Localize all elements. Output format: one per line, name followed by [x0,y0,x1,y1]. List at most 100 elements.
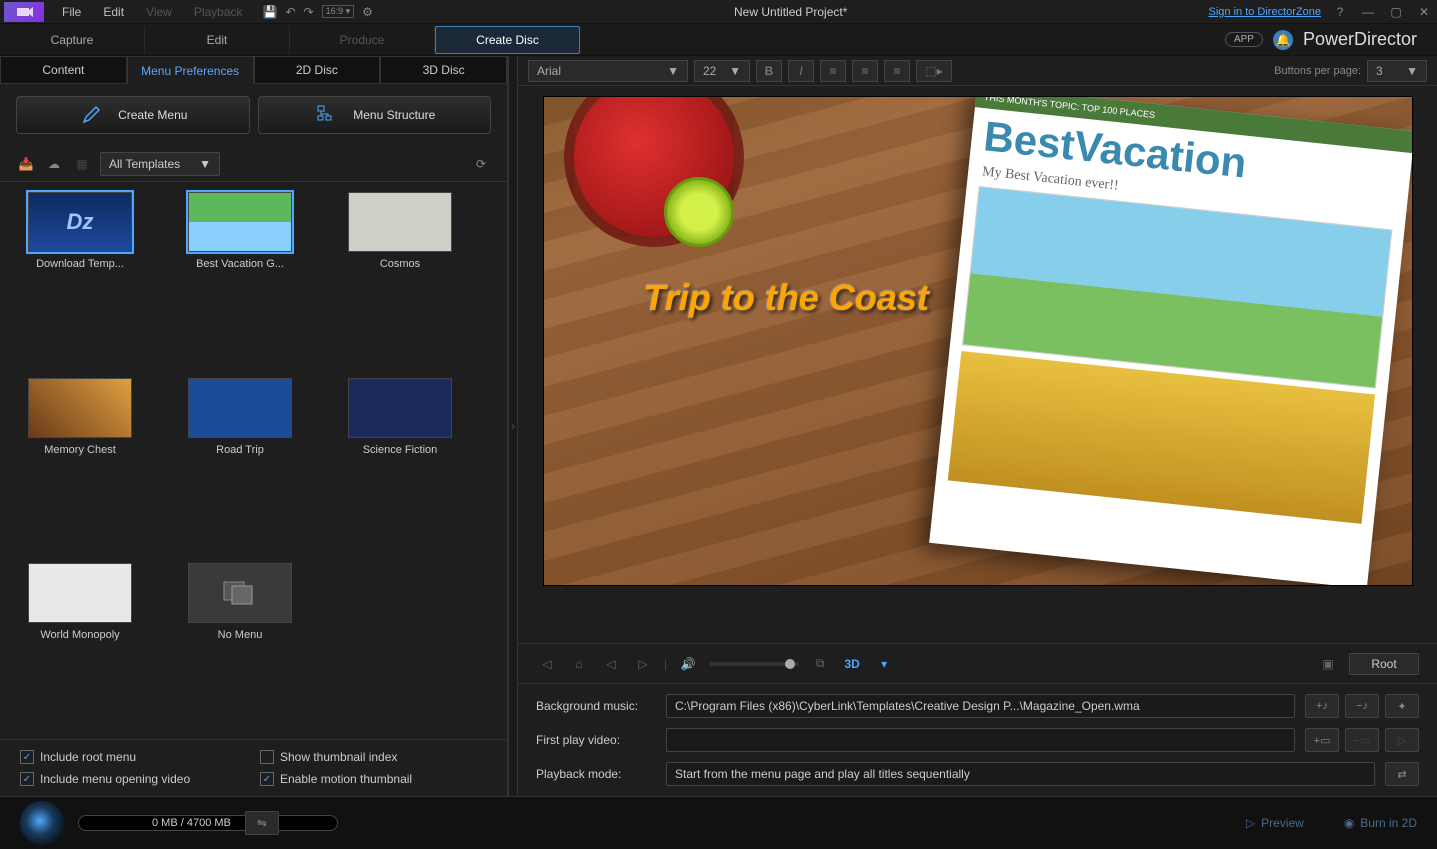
undo-icon[interactable]: ↶ [285,5,295,19]
subtab-3d-disc[interactable]: 3D Disc [380,56,507,84]
menu-preview[interactable]: THIS MONTH'S TOPIC: TOP 100 PLACES BestV… [543,96,1413,586]
remove-music-button[interactable]: −♪ [1345,694,1379,718]
project-title: New Untitled Project* [373,5,1209,19]
template-filter-select[interactable]: All Templates ▼ [100,152,220,176]
text-style-icon[interactable]: ⬚▸ [916,60,952,82]
music-fx-button[interactable]: ✦ [1385,694,1419,718]
root-button[interactable]: Root [1349,653,1419,675]
notification-icon[interactable]: 🔔 [1273,30,1293,50]
align-left-icon[interactable]: ≡ [820,60,846,82]
app-pill[interactable]: APP [1225,32,1263,47]
remove-video-button: −▭ [1345,728,1379,752]
menu-file[interactable]: File [52,1,91,23]
tab-capture[interactable]: Capture [0,26,145,54]
right-panel: Arial▼ 22▼ B I ≡ ≡ ≡ ⬚▸ Buttons per page… [518,56,1437,796]
subtab-content[interactable]: Content [0,56,127,84]
tab-produce[interactable]: Produce [290,26,435,54]
cloud-icon[interactable]: ☁ [44,157,64,171]
save-icon[interactable]: 💾 [263,5,278,19]
bg-music-input[interactable]: C:\Program Files (x86)\CyberLink\Templat… [666,694,1295,718]
first-play-input[interactable] [666,728,1295,752]
burn-button[interactable]: ◉ Burn in 2D [1344,816,1417,830]
template-cosmos[interactable]: Cosmos [340,192,460,358]
maximize-icon[interactable]: ▢ [1387,5,1405,19]
gear-icon[interactable]: ⚙ [362,5,373,19]
menu-title-text[interactable]: Trip to the Coast [644,277,929,319]
threed-toggle[interactable]: 3D [841,653,863,675]
bottom-bar: 0 MB / 4700 MB ⇋ ▷ Preview ◉ Burn in 2D [0,796,1437,849]
threed-dropdown-icon[interactable]: ▾ [873,653,895,675]
chk-thumbnail-index[interactable]: Show thumbnail index [260,750,460,764]
subtab-2d-disc[interactable]: 2D Disc [254,56,381,84]
lime-graphic [664,177,734,247]
quick-toolbar: 💾 ↶ ↷ 16:9 ▾ ⚙ [263,5,373,19]
template-world-monopoly[interactable]: World Monopoly [20,563,140,729]
template-road-trip[interactable]: Road Trip [180,378,300,544]
import-icon[interactable]: 📥 [16,157,36,171]
titlebar: File Edit View Playback 💾 ↶ ↷ 16:9 ▾ ⚙ N… [0,0,1437,24]
templates-grid: Dz Download Temp... Best Vacation G... C… [0,182,507,739]
prev-icon[interactable]: ◁ [600,653,622,675]
playback-bar: ◁ ⌂ ◁ ▷ | 🔊 ⧉ 3D ▾ ▣ Root [518,643,1437,683]
template-science-fiction[interactable]: Science Fiction [340,378,460,544]
refresh-icon[interactable]: ⟳ [471,157,491,171]
panel-collapse-handle[interactable]: › [508,56,518,796]
playback-mode-input[interactable]: Start from the menu page and play all ti… [666,762,1375,786]
menu-structure-button[interactable]: Menu Structure [258,96,492,134]
aspect-icon[interactable]: 16:9 ▾ [322,5,355,18]
template-memory-chest[interactable]: Memory Chest [20,378,140,544]
app-logo-icon [4,2,44,22]
toggle-capacity-icon[interactable]: ⇋ [245,811,279,835]
align-center-icon[interactable]: ≡ [852,60,878,82]
template-thumb [188,192,292,252]
preview-button[interactable]: ▷ Preview [1246,816,1304,830]
template-label: No Menu [180,629,300,641]
align-right-icon[interactable]: ≡ [884,60,910,82]
add-music-button[interactable]: +♪ [1305,694,1339,718]
template-label: World Monopoly [20,629,140,641]
chk-include-root[interactable]: ✓Include root menu [20,750,220,764]
create-menu-button[interactable]: Create Menu [16,96,250,134]
tab-create-disc[interactable]: Create Disc [435,26,580,54]
play-icon: ▷ [1246,816,1255,830]
volume-slider[interactable] [709,662,799,666]
add-video-button[interactable]: +▭ [1305,728,1339,752]
buttons-per-page-label: Buttons per page: [1274,65,1361,77]
grid-icon[interactable]: ▦ [72,157,92,171]
home-icon[interactable]: ⌂ [568,653,590,675]
template-thumb [348,192,452,252]
template-download[interactable]: Dz Download Temp... [20,192,140,358]
signin-link[interactable]: Sign in to DirectorZone [1209,6,1322,18]
menu-structure-label: Menu Structure [353,108,435,122]
buttons-per-page-select[interactable]: 3▼ [1367,60,1427,82]
next-icon[interactable]: ▷ [632,653,654,675]
playback-mode-button[interactable]: ⇄ [1385,762,1419,786]
display-icon[interactable]: ⧉ [809,653,831,675]
redo-icon[interactable]: ↷ [304,5,314,19]
menu-view: View [136,1,182,23]
template-best-vacation[interactable]: Best Vacation G... [180,192,300,358]
chk-motion-thumbnail[interactable]: ✓Enable motion thumbnail [260,772,460,786]
volume-icon[interactable]: 🔊 [677,653,699,675]
tab-edit[interactable]: Edit [145,26,290,54]
italic-button[interactable]: I [788,60,814,82]
burn-icon: ◉ [1344,816,1354,830]
bold-button[interactable]: B [756,60,782,82]
template-thumb [188,378,292,438]
font-select[interactable]: Arial▼ [528,60,688,82]
template-no-menu[interactable]: No Menu [180,563,300,729]
help-icon[interactable]: ? [1331,5,1349,19]
subtab-menu-prefs[interactable]: Menu Preferences [127,56,254,84]
structure-icon [313,101,341,129]
minimize-icon[interactable]: — [1359,5,1377,19]
menu-edit[interactable]: Edit [93,1,134,23]
nav-back-icon[interactable]: ◁ [536,653,558,675]
template-thumb [188,563,292,623]
chk-opening-video[interactable]: ✓Include menu opening video [20,772,220,786]
safe-zone-icon[interactable]: ▣ [1317,653,1339,675]
close-icon[interactable]: ✕ [1415,5,1433,19]
menu-playback: Playback [184,1,253,23]
template-label: Cosmos [340,258,460,270]
template-thumb [28,563,132,623]
font-size-select[interactable]: 22▼ [694,60,750,82]
